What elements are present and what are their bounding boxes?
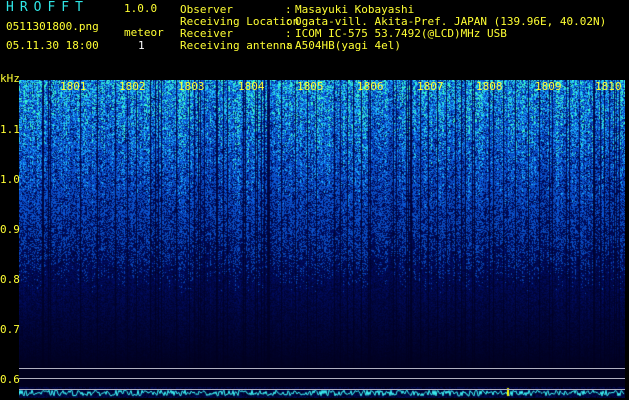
app-logo: HROFFT (6, 0, 89, 15)
y-axis-unit: kHz (0, 72, 20, 85)
version-label: 1.0.0 (124, 2, 158, 15)
time-tick-label: 1807 (417, 80, 444, 93)
baseline-marker-1 (19, 368, 625, 369)
y-tick-label: 1.0 (0, 173, 20, 186)
time-tick-label: 1804 (238, 80, 265, 93)
time-tick-label: 1801 (60, 80, 87, 93)
datetime-label: 05.11.30 18:00 (6, 39, 99, 52)
spectrogram-canvas (19, 80, 625, 398)
y-tick-label: 0.7 (0, 323, 20, 336)
y-tick-label: 0.8 (0, 273, 20, 286)
antenna-value: A504HB(yagi 4el) (295, 39, 401, 52)
time-tick-label: 1806 (357, 80, 384, 93)
time-tick-label: 1805 (297, 80, 324, 93)
time-tick-label: 1802 (119, 80, 146, 93)
spectrogram (19, 80, 625, 398)
time-tick-label: 1803 (178, 80, 205, 93)
y-tick-label: 0.9 (0, 223, 20, 236)
antenna-label: Receiving antenna (180, 39, 293, 52)
antenna-colon: : (285, 39, 292, 52)
meteor-count-label: meteor (124, 26, 164, 39)
baseline-marker-2 (19, 378, 625, 379)
baseline-marker-3 (19, 389, 625, 390)
time-tick-label: 1808 (476, 80, 503, 93)
y-tick-label: 1.1 (0, 123, 20, 136)
time-tick-label: 1810 (595, 80, 622, 93)
y-tick-label: 0.6 (0, 373, 20, 386)
meteor-count-value: 1 (138, 39, 145, 52)
filename-label: 0511301800.png (6, 20, 99, 33)
time-tick-label: 1809 (535, 80, 562, 93)
